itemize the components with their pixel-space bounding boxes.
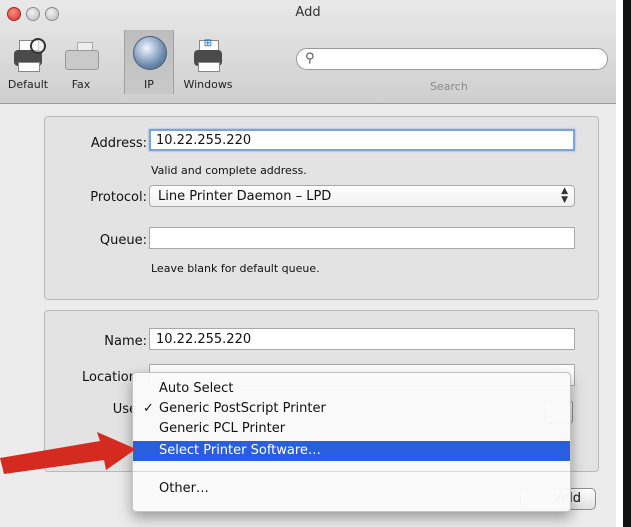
printer-software-menu: Auto Select Generic PostScript Printer G… bbox=[132, 372, 571, 512]
use-label: Use bbox=[112, 402, 137, 417]
search-label: Search bbox=[430, 80, 468, 93]
toolbar-default[interactable]: Default bbox=[4, 36, 52, 94]
toolbar-default-label: Default bbox=[7, 78, 49, 91]
menu-item-generic-postscript[interactable]: Generic PostScript Printer bbox=[133, 399, 570, 419]
toolbar-ip-label: IP bbox=[144, 78, 154, 91]
red-pointer-arrow-icon bbox=[0, 432, 136, 474]
menu-item-label: Other… bbox=[159, 481, 209, 496]
toolbar-windows[interactable]: ⊞ Windows bbox=[180, 36, 236, 94]
menu-item-generic-pcl[interactable]: Generic PCL Printer bbox=[133, 419, 570, 439]
protocol-value: Line Printer Daemon – LPD bbox=[158, 189, 332, 204]
address-label: Address: bbox=[90, 136, 147, 151]
location-label: Location bbox=[82, 370, 137, 385]
toolbar-windows-label: Windows bbox=[183, 78, 233, 91]
default-printer-icon bbox=[8, 36, 48, 72]
protocol-select[interactable]: Line Printer Daemon – LPD ▲ ▼ bbox=[149, 185, 575, 207]
menu-item-label: Generic PostScript Printer bbox=[159, 401, 326, 416]
search-icon: ⚲ bbox=[305, 51, 315, 66]
menu-separator bbox=[133, 471, 570, 472]
select-arrows-icon: ▲ ▼ bbox=[561, 186, 568, 205]
titlebar-toolbar: Add Default Fax IP ⊞ Windows ⚲ Search bbox=[0, 0, 616, 104]
name-label: Name: bbox=[104, 334, 147, 349]
menu-item-select-printer-software[interactable]: Select Printer Software… bbox=[133, 441, 570, 461]
connection-group: Address: 10.22.255.220 Valid and complet… bbox=[44, 116, 599, 300]
windows-printer-icon: ⊞ bbox=[188, 36, 228, 72]
protocol-label: Protocol: bbox=[90, 190, 147, 205]
queue-label: Queue: bbox=[99, 233, 147, 248]
fax-icon bbox=[61, 36, 101, 72]
toolbar-fax-label: Fax bbox=[71, 78, 91, 91]
toolbar-fax[interactable]: Fax bbox=[57, 36, 105, 94]
address-hint: Valid and complete address. bbox=[151, 164, 307, 177]
menu-item-label: Auto Select bbox=[159, 381, 234, 396]
address-input[interactable]: 10.22.255.220 bbox=[149, 129, 575, 151]
window-title: Add bbox=[295, 5, 321, 20]
menu-item-auto-select[interactable]: Auto Select bbox=[133, 379, 570, 399]
queue-input[interactable] bbox=[149, 227, 575, 249]
queue-hint: Leave blank for default queue. bbox=[151, 262, 320, 275]
toolbar-ip[interactable]: IP bbox=[124, 30, 174, 94]
globe-icon bbox=[129, 36, 169, 72]
menu-item-other[interactable]: Other… bbox=[133, 479, 570, 499]
search-field[interactable]: ⚲ bbox=[296, 48, 608, 70]
menu-item-label: Generic PCL Printer bbox=[159, 421, 286, 436]
menu-item-label: Select Printer Software… bbox=[159, 443, 321, 458]
name-input[interactable]: 10.22.255.220 bbox=[149, 328, 575, 350]
screen-edge bbox=[623, 0, 631, 527]
